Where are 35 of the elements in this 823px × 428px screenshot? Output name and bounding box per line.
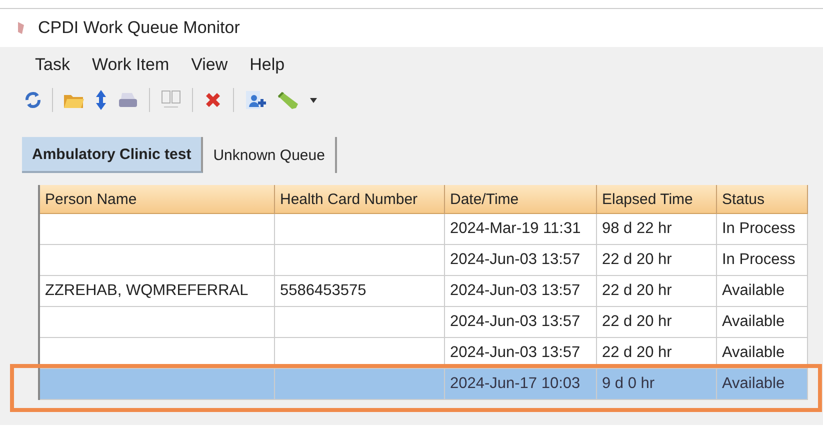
table-cell: 9 d 0 hr <box>597 369 717 400</box>
column-header[interactable]: Person Name <box>40 185 275 214</box>
table-cell: Available <box>717 276 808 307</box>
table-cell: 5586453575 <box>275 276 445 307</box>
menu-item[interactable]: Task <box>26 51 79 79</box>
table-cell: 22 d 20 hr <box>597 276 717 307</box>
sync-icon[interactable] <box>24 90 42 110</box>
tab[interactable]: Ambulatory Clinic test <box>22 137 204 173</box>
column-header[interactable]: Date/Time <box>445 185 597 214</box>
menu-item[interactable]: Work Item <box>82 51 178 79</box>
menu-item[interactable]: Help <box>240 51 294 79</box>
caret-icon[interactable] <box>310 98 317 102</box>
table-cell: Available <box>717 307 808 338</box>
table-cell: 2024-Jun-03 13:57 <box>445 307 597 338</box>
table-cell: 22 d 20 hr <box>597 307 717 338</box>
column-header[interactable]: Elapsed Time <box>597 185 717 214</box>
table-cell: 98 d 22 hr <box>597 214 717 245</box>
table-cell: 2024-Jun-17 10:03 <box>445 369 597 400</box>
table-cell: 2024-Jun-03 13:57 <box>445 276 597 307</box>
menu-item[interactable]: View <box>182 51 237 79</box>
table-cell: 2024-Jun-03 13:57 <box>445 245 597 276</box>
table-cell: ZZREHAB, WQMREFERRAL <box>40 276 275 307</box>
table-cell: In Process <box>717 214 808 245</box>
up-down-arrow-icon[interactable] <box>95 89 107 111</box>
column-header[interactable]: Status <box>717 185 808 214</box>
table-cell: Available <box>717 369 808 400</box>
column-header[interactable]: Health Card Number <box>275 185 445 214</box>
printer-icon[interactable] <box>117 91 139 109</box>
table-cell: In Process <box>717 245 808 276</box>
add-person-icon[interactable] <box>244 89 266 111</box>
pencil-icon[interactable] <box>276 90 300 110</box>
table-cell: 2024-Mar-19 11:31 <box>445 214 597 245</box>
table-cell: 22 d 20 hr <box>597 245 717 276</box>
app-icon <box>16 20 26 36</box>
window-title: CPDI Work Queue Monitor <box>38 18 240 38</box>
